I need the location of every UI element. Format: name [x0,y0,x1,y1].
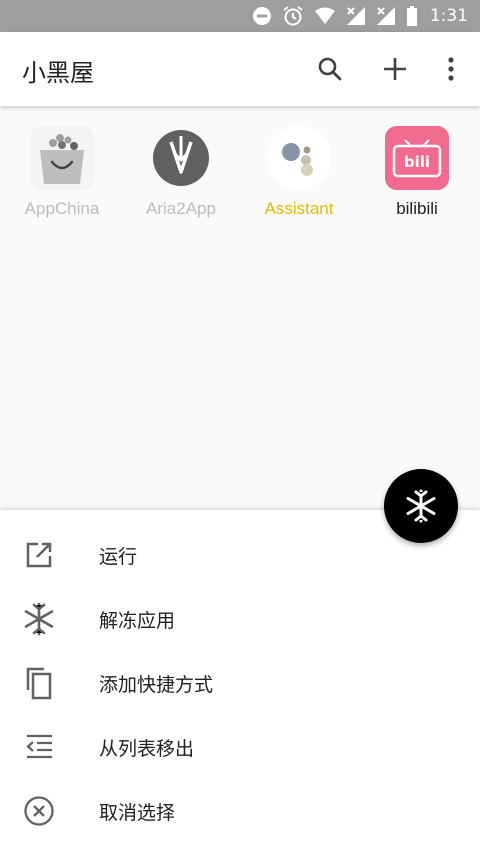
page-title: 小黑屋 [22,59,94,87]
app-item-aria2app[interactable]: Aria2App [126,126,236,219]
status-bar: 1:31 [0,0,480,32]
app-bar: 小黑屋 [0,32,480,106]
add-icon [384,58,406,80]
app-label: Assistant [264,199,334,218]
aria2app-icon [149,126,213,190]
more-options-button[interactable] [436,54,466,84]
bottom-sheet: 运行 解冻应用 添加快捷方式 从列表移出 取消选择 [0,510,480,853]
menu-item-cancel-selection[interactable]: 取消选择 [0,779,480,843]
menu-item-unfreeze[interactable]: 解冻应用 [0,587,480,651]
cancel-icon [22,794,56,828]
menu-item-label: 取消选择 [99,801,176,824]
app-label: AppChina [24,199,100,218]
appchina-icon [30,126,94,190]
assistant-icon [267,126,331,190]
launch-icon [22,538,56,572]
app-label: bilibili [396,199,438,218]
app-grid: AppChina Aria2App Assistant bili bilibil… [0,106,480,510]
menu-item-add-shortcut[interactable]: 添加快捷方式 [0,651,480,715]
unfreeze-fab[interactable] [384,469,458,543]
wifi-icon [314,7,335,24]
menu-item-label: 从列表移出 [99,737,195,760]
bilibili-icon: bili [385,126,449,190]
search-icon [318,57,342,81]
app-item-bilibili[interactable]: bili bilibili [362,126,472,219]
snowflake-icon [406,489,436,523]
app-label: Aria2App [146,199,216,218]
add-button[interactable] [380,54,410,84]
app-item-appchina[interactable]: AppChina [7,126,117,219]
search-button[interactable] [315,54,345,84]
do-not-disturb-icon [252,7,271,25]
signal-icon [376,7,395,25]
battery-icon [406,6,417,26]
more-vert-icon [448,57,454,81]
alarm-icon [283,6,303,26]
signal-icon [346,7,365,25]
menu-item-label: 添加快捷方式 [99,673,214,696]
unfreeze-icon [22,602,56,636]
svg-text:bili: bili [404,153,430,171]
status-time: 1:31 [429,6,468,26]
copy-shortcut-icon [22,666,56,700]
app-item-assistant[interactable]: Assistant [244,126,354,219]
remove-from-list-icon [22,730,56,764]
menu-item-remove-from-list[interactable]: 从列表移出 [0,715,480,779]
menu-item-label: 解冻应用 [99,609,176,632]
menu-item-label: 运行 [99,545,138,568]
